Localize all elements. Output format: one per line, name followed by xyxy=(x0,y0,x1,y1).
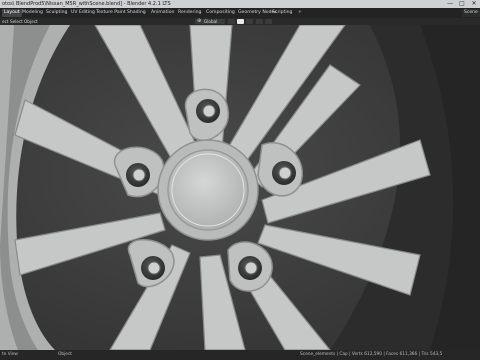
scene-selector[interactable]: Scene xyxy=(462,9,480,17)
maximize-button[interactable]: □ xyxy=(456,0,468,8)
global-icon: ⊕ xyxy=(197,18,202,24)
status-bar: te View Object Scene_elements | Cap | Ve… xyxy=(0,350,480,360)
snap-target-button[interactable] xyxy=(246,19,253,24)
pivot-button[interactable] xyxy=(228,19,235,24)
minimize-button[interactable]: — xyxy=(444,0,456,8)
workspace-tabs: Layout Modeling Sculpting UV Editing Tex… xyxy=(0,8,480,18)
window-title: otos\ BlendProd5\Nissan_M5R_withScene.bl… xyxy=(2,1,171,7)
tab-uv-editing[interactable]: UV Editing xyxy=(69,8,97,18)
orientation-dropdown[interactable]: ⊕ Global xyxy=(195,18,225,24)
tab-scripting[interactable]: Scripting xyxy=(270,8,294,18)
window-titlebar: otos\ BlendProd5\Nissan_M5R_withScene.bl… xyxy=(0,0,480,8)
status-left: te View xyxy=(2,352,18,357)
tab-layout[interactable]: Layout xyxy=(2,9,22,17)
scene-statistics: Scene_elements | Cap | Verts 612,590 | F… xyxy=(300,352,443,357)
status-mode: Object xyxy=(58,352,72,357)
tab-rendering[interactable]: Rendering xyxy=(176,8,203,18)
object-menu[interactable]: Object xyxy=(24,18,38,25)
orientation-label: Global xyxy=(204,19,218,24)
viewport-header: ect Select Object ⊕ Global xyxy=(0,18,480,25)
tab-animation[interactable]: Animation xyxy=(149,8,176,18)
snap-toggle[interactable] xyxy=(237,19,244,24)
mode-menu[interactable]: ect xyxy=(2,18,9,25)
wheel-render xyxy=(0,25,480,350)
close-button[interactable]: ✕ xyxy=(468,0,480,8)
tab-shading[interactable]: Shading xyxy=(125,8,148,18)
3d-viewport[interactable] xyxy=(0,25,480,350)
tab-sculpting[interactable]: Sculpting xyxy=(44,8,69,18)
tab-compositing[interactable]: Compositing xyxy=(204,8,237,18)
tab-modeling[interactable]: Modeling xyxy=(20,8,45,18)
tab-add[interactable]: + xyxy=(296,8,304,18)
tab-texture-paint[interactable]: Texture Paint xyxy=(94,8,128,18)
proportional-falloff-button[interactable] xyxy=(265,19,272,24)
view-menu[interactable]: Select xyxy=(10,18,23,25)
proportional-edit-button[interactable] xyxy=(256,19,263,24)
